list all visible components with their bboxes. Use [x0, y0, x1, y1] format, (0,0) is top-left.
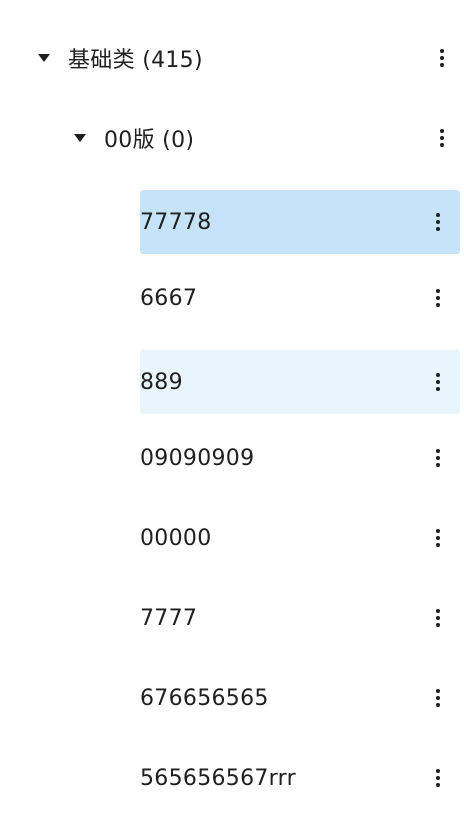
more-options-icon[interactable] [436, 26, 448, 90]
more-options-icon[interactable] [432, 350, 444, 414]
tree-leaf-label: 00000 [140, 525, 212, 551]
tree-leaf-item[interactable]: 7777 [140, 586, 460, 650]
tree-leaf-item[interactable]: 09090909 [140, 426, 460, 490]
tree-leaf-label: 09090909 [140, 445, 255, 471]
more-options-icon[interactable] [432, 426, 444, 490]
category-tree: 基础类 (415) 00版 (0) 77778 6667 889 0909090… [0, 0, 464, 824]
tree-leaf-item[interactable]: 676656565 [140, 666, 460, 730]
tree-leaf-label: 77778 [140, 209, 212, 235]
more-options-icon[interactable] [432, 666, 444, 730]
tree-node-label: 基础类 (415) [68, 48, 203, 73]
more-options-icon[interactable] [432, 586, 444, 650]
tree-node-group[interactable]: 00版 (0) [66, 106, 464, 170]
tree-leaf-label: 7777 [140, 605, 198, 631]
tree-leaf-item[interactable]: 889 [140, 350, 460, 414]
tree-leaf-item[interactable]: 565656567rrr [140, 746, 460, 810]
tree-leaf-label: 889 [140, 369, 183, 395]
expand-caret-icon[interactable] [38, 54, 50, 62]
more-options-icon[interactable] [432, 190, 444, 254]
tree-leaf-label: 676656565 [140, 685, 269, 711]
more-options-icon[interactable] [432, 266, 444, 330]
tree-leaf-label: 6667 [140, 285, 198, 311]
tree-leaf-item[interactable]: 77778 [140, 190, 460, 254]
expand-caret-icon[interactable] [74, 134, 86, 142]
tree-leaf-item[interactable]: 00000 [140, 506, 460, 570]
tree-leaf-item[interactable]: 6667 [140, 266, 460, 330]
more-options-icon[interactable] [432, 746, 444, 810]
tree-leaf-label: 565656567rrr [140, 765, 296, 791]
tree-node-category[interactable]: 基础类 (415) [30, 26, 464, 90]
tree-node-label: 00版 (0) [104, 128, 195, 153]
more-options-icon[interactable] [432, 506, 444, 570]
more-options-icon[interactable] [436, 106, 448, 170]
